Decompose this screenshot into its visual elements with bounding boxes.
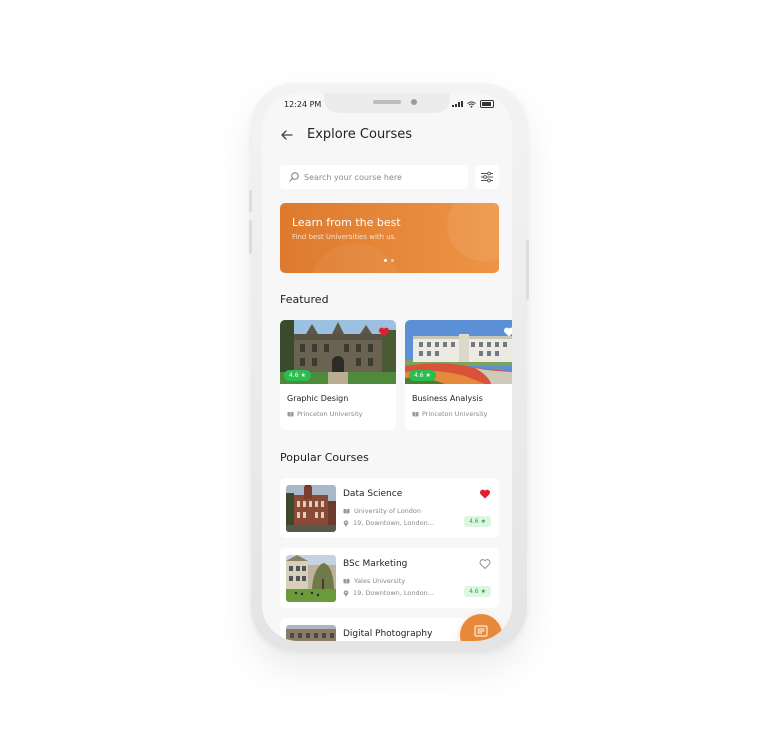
status-icons [452,100,494,108]
banner-title: Learn from the best [292,216,401,229]
list-icon [474,625,488,637]
rating-badge: 4.6 ★ [284,370,311,381]
filter-icon [481,171,493,183]
carousel-dot-active[interactable] [384,259,387,262]
rating-badge: 4.6 ★ [464,586,491,597]
course-image [286,555,336,602]
star-icon: ★ [300,372,306,379]
banner-decoration [310,243,400,273]
side-button [526,240,529,300]
star-icon: ★ [425,372,431,379]
popular-course-data-science[interactable]: Data Science University of London 19, Do… [280,478,499,538]
carousel-dots [384,259,394,262]
course-name: Data Science [343,489,403,499]
course-image [286,485,336,532]
location-pin-icon [343,589,349,597]
featured-card-business-analysis[interactable]: 4.6 ★ Business Analysis Princeton Univer… [405,320,512,430]
featured-heading: Featured [280,293,329,306]
side-button [249,190,252,212]
rating-value: 4.6 [469,588,479,595]
banner-subtitle: Find best Universities with us. [292,233,397,241]
course-location: 19, Downtown, London... [343,519,434,527]
camera [411,99,417,105]
popular-course-bsc-marketing[interactable]: BSc Marketing Yales University 19, Downt… [280,548,499,608]
signal-icon [452,101,463,107]
search-bar[interactable] [280,165,468,189]
banner-decoration [447,203,499,261]
battery-icon [480,100,494,108]
course-university: Yales University [343,577,405,585]
heart-outline-icon[interactable] [479,558,491,570]
rating-badge: 4.6 ★ [464,516,491,527]
speaker [373,100,401,104]
app-screen: 12:24 PM Explore Courses Search your cou… [262,93,512,641]
book-icon [287,411,294,417]
university-name: University of London [354,507,422,515]
university-name: Yales University [354,577,406,585]
wifi-icon [467,100,476,108]
back-arrow-icon[interactable] [280,128,294,142]
search-icon [289,172,299,182]
course-university: Princeton University [287,410,362,418]
course-university: University of London [343,507,421,515]
heart-outline-icon[interactable] [503,326,512,338]
heart-icon[interactable] [378,326,390,338]
course-image [286,625,336,641]
course-name: Digital Photography [343,629,433,639]
book-icon [343,578,350,584]
carousel-dot[interactable] [391,259,394,262]
status-bar: 12:24 PM [262,93,512,117]
course-university: Princeton University [412,410,487,418]
rating-value: 4.6 [469,518,479,525]
location-pin-icon [343,519,349,527]
location-text: 19, Downtown, London... [353,519,434,527]
course-name: BSc Marketing [343,559,408,569]
popular-heading: Popular Courses [280,451,369,464]
side-button [249,220,252,254]
book-icon [343,508,350,514]
heart-icon[interactable] [479,488,491,500]
rating-value: 4.6 [414,372,424,379]
course-name: Business Analysis [412,394,483,403]
star-icon: ★ [480,588,486,595]
star-icon: ★ [480,518,486,525]
search-input[interactable] [304,172,464,182]
featured-card-graphic-design[interactable]: 4.6 ★ Graphic Design Princeton Universit… [280,320,396,430]
book-icon [412,411,419,417]
location-text: 19, Downtown, London... [353,589,434,597]
page-title: Explore Courses [307,127,413,142]
rating-value: 4.6 [289,372,299,379]
rating-badge: 4.6 ★ [409,370,436,381]
course-name: Graphic Design [287,394,349,403]
university-name: Princeton University [422,410,488,418]
filter-button[interactable] [475,165,499,189]
promo-banner[interactable]: Learn from the best Find best Universiti… [280,203,499,273]
university-name: Princeton University [297,410,363,418]
status-time: 12:24 PM [284,100,322,109]
course-location: 19, Downtown, London... [343,589,434,597]
page-header: Explore Courses [280,126,412,144]
